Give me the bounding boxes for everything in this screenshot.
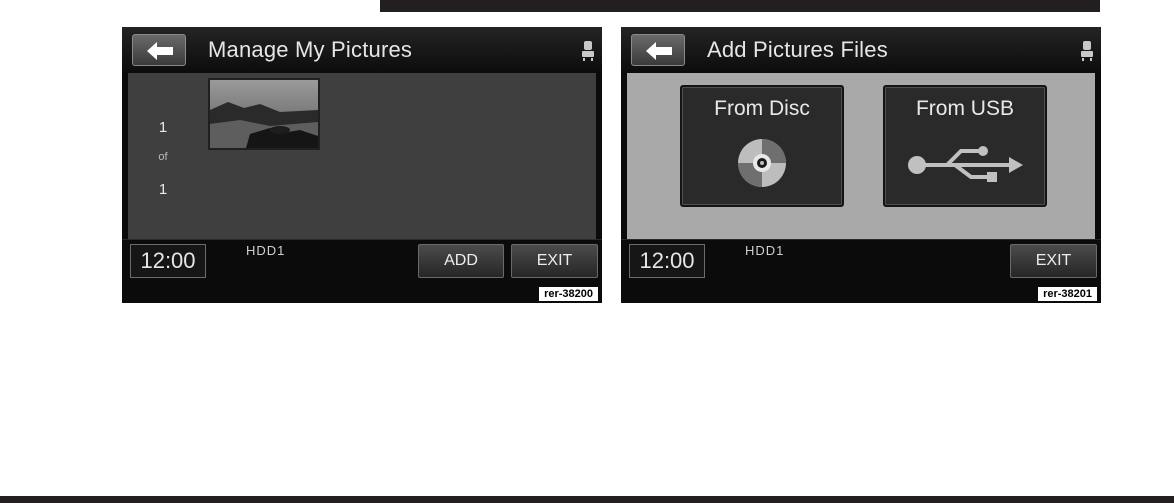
exit-button[interactable]: EXIT [511,244,598,278]
pictures-area: 1 of 1 [128,73,596,239]
add-button[interactable]: ADD [418,244,504,278]
screen-footer: 12:00 HDD1 ADD EXIT [122,239,602,286]
landscape-photo [210,80,318,148]
back-button[interactable] [132,34,186,66]
top-rule [380,0,1100,12]
add-pictures-screen: Add Pictures Files From Disc From USB 12… [621,27,1101,303]
clock-display: 12:00 [629,244,705,278]
seat-icon [582,41,594,61]
screen-header: Add Pictures Files [621,27,1101,73]
manage-pictures-screen: Manage My Pictures 1 of 1 12:00 HDD1 ADD… [122,27,602,303]
bottom-rule [0,496,1174,503]
page-title: Manage My Pictures [208,37,413,62]
source-options-area: From Disc From USB [627,73,1095,239]
from-disc-label: From Disc [714,97,810,120]
figure-label: rer-38200 [539,287,598,301]
page-title: Add Pictures Files [707,37,888,62]
usb-icon [908,146,1023,182]
picture-thumbnail[interactable] [208,78,320,150]
exit-button[interactable]: EXIT [1010,244,1097,278]
from-disc-button[interactable]: From Disc [680,85,844,207]
back-arrow-icon [646,42,672,60]
figure-label: rer-38201 [1038,287,1097,301]
from-usb-label: From USB [915,97,1014,120]
page-of: of [158,151,168,163]
page-current: 1 [158,119,168,136]
source-label: HDD1 [246,243,286,258]
screen-footer: 12:00 HDD1 EXIT [621,239,1101,286]
clock-display: 12:00 [130,244,206,278]
back-arrow-icon [147,42,173,60]
source-label: HDD1 [745,243,785,258]
seat-icon [1081,41,1093,61]
page-total: 1 [158,181,168,198]
from-usb-button[interactable]: From USB [883,85,1047,207]
screen-header: Manage My Pictures [122,27,602,73]
disc-icon [738,139,786,187]
back-button[interactable] [631,34,685,66]
